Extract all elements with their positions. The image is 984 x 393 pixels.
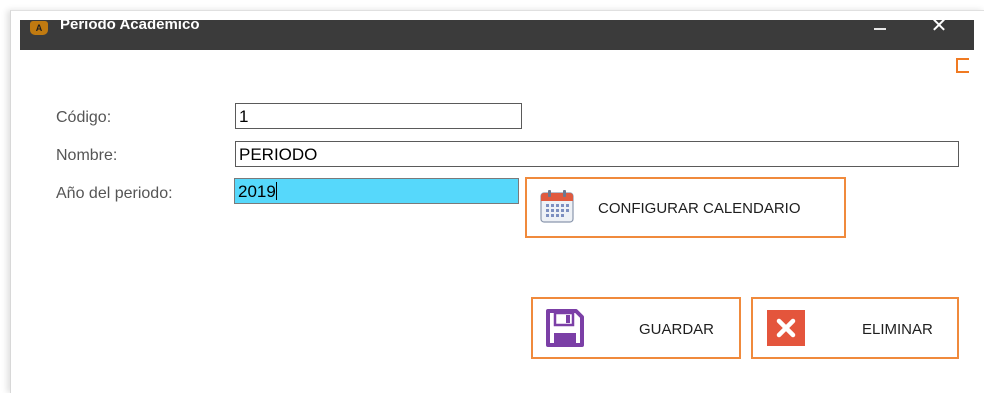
window-title: Periodo Academico	[60, 16, 200, 33]
delete-x-icon	[767, 310, 805, 346]
anio-value: 2019	[238, 182, 276, 201]
codigo-label: Código:	[56, 109, 112, 126]
close-icon[interactable]: ✕	[928, 15, 950, 37]
anio-label: Año del periodo:	[56, 185, 173, 202]
corner-marker	[956, 58, 969, 73]
guardar-label: GUARDAR	[639, 321, 715, 338]
eliminar-button[interactable]: ELIMINAR	[751, 297, 959, 359]
codigo-value: 1	[239, 107, 249, 126]
codigo-input[interactable]: 1	[235, 103, 522, 129]
text-caret	[275, 182, 277, 200]
eliminar-label: ELIMINAR	[862, 321, 933, 338]
title-bar: A Periodo Academico ✕	[20, 15, 974, 50]
anio-input[interactable]: 2019	[234, 178, 519, 204]
minimize-icon[interactable]	[870, 20, 890, 36]
nombre-value: PERIODO	[239, 145, 318, 164]
nombre-label: Nombre:	[56, 147, 118, 164]
nombre-input[interactable]: PERIODO	[235, 141, 959, 167]
app-icon: A	[30, 21, 48, 35]
floppy-disk-icon	[545, 308, 585, 348]
guardar-button[interactable]: GUARDAR	[531, 297, 741, 359]
configurar-calendario-button[interactable]: CONFIGURAR CALENDARIO	[525, 177, 846, 238]
configurar-calendario-label: CONFIGURAR CALENDARIO	[598, 200, 801, 217]
calendar-icon	[539, 188, 575, 224]
